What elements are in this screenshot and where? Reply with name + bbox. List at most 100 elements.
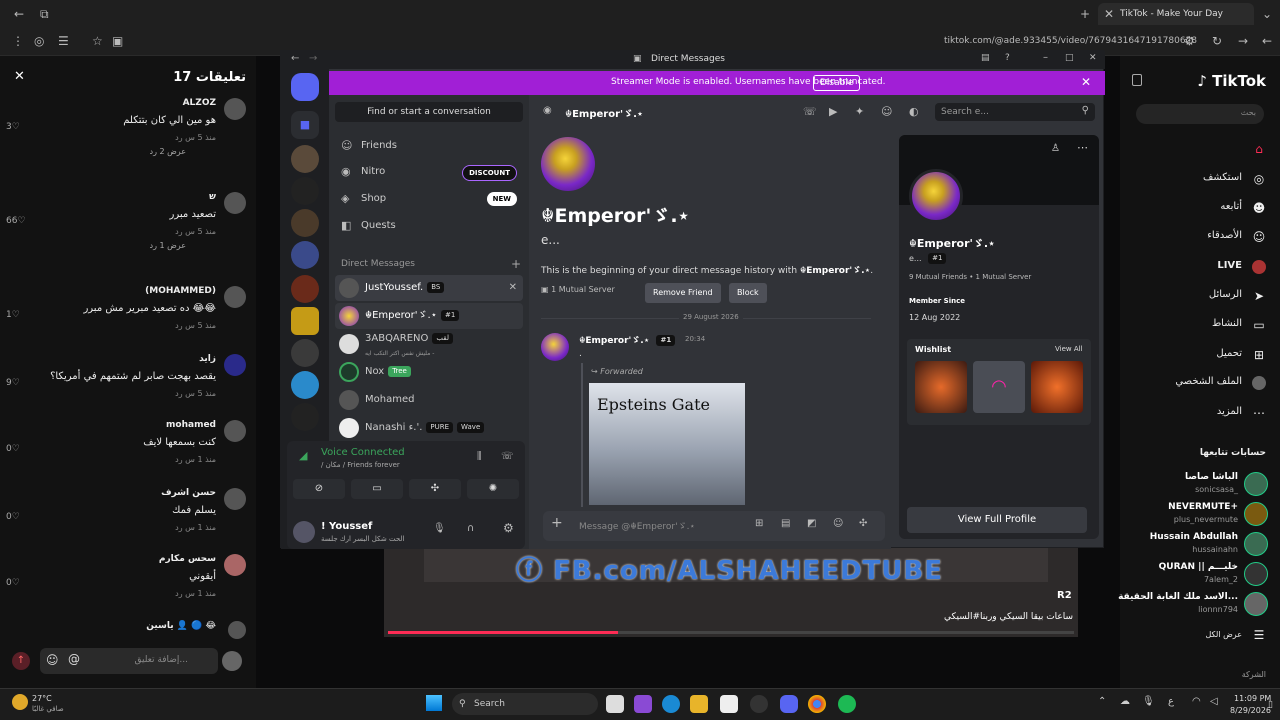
see-all-following[interactable]: عرض الكل [1205, 630, 1242, 639]
live-icon[interactable] [1252, 260, 1266, 274]
server-icon[interactable] [291, 275, 319, 303]
nav-explore[interactable]: استكشف [1203, 172, 1242, 183]
discord-icon[interactable] [780, 695, 798, 713]
maximize-icon[interactable]: □ [1065, 53, 1074, 63]
home-icon[interactable]: ⌂ [1252, 142, 1266, 156]
history-icon[interactable]: ◎ [34, 34, 44, 48]
search-input[interactable]: Search e... ⚲ [935, 103, 1095, 121]
comment-likes[interactable]: 0♡ [6, 578, 20, 588]
server-icon[interactable] [291, 371, 319, 399]
add-friend-icon[interactable]: ♙ [1051, 143, 1060, 154]
comment-likes[interactable]: 66♡ [6, 216, 26, 226]
gif-icon[interactable]: ▤ [781, 518, 790, 529]
avatar[interactable] [224, 354, 246, 376]
avatar[interactable] [293, 521, 315, 543]
nav-following[interactable]: أتابعه [1220, 201, 1242, 212]
message-author[interactable]: ☬Emperor'ゞ.⋆ #1 [579, 333, 676, 346]
nav-friends[interactable]: الأصدقاء [1207, 230, 1242, 241]
soundboard-icon[interactable]: ✺ [467, 479, 519, 499]
comment-author[interactable]: mohamed [166, 420, 216, 430]
back-icon[interactable]: ← [14, 7, 24, 21]
weather-temp[interactable]: 27°C [32, 694, 52, 703]
avatar[interactable]: ◉ [543, 105, 552, 116]
explore-icon[interactable]: ◎ [1252, 172, 1266, 186]
noise-suppression-icon[interactable]: ⫼ [477, 451, 482, 462]
comment-likes[interactable]: 1♡ [6, 310, 20, 320]
comment-meta[interactable]: منذ 1 س رد [175, 455, 216, 464]
remove-friend-button[interactable]: Remove Friend [645, 283, 721, 303]
block-button[interactable]: Block [729, 283, 767, 303]
apps-icon[interactable]: ✣ [859, 518, 867, 529]
profile-toggle-icon[interactable]: ◐ [909, 105, 919, 118]
task-view-icon[interactable] [606, 695, 624, 713]
avatar[interactable] [224, 488, 246, 510]
reading-list-icon[interactable]: ☰ [58, 34, 69, 48]
server-icon[interactable] [291, 339, 319, 367]
comment-input[interactable]: ☺ @ إضافة تعليق... [40, 648, 218, 674]
view-full-profile-button[interactable]: View Full Profile [907, 507, 1087, 533]
back-nav-icon[interactable]: ← [1262, 34, 1272, 48]
attach-plus-icon[interactable]: + [551, 515, 563, 531]
view-all-link[interactable]: View All [1055, 345, 1083, 353]
view-replies[interactable]: عرض 2 رد [150, 147, 186, 156]
comment-author[interactable]: زايد [199, 354, 216, 364]
copilot-icon[interactable] [634, 695, 652, 713]
call-icon[interactable]: ☏ [803, 105, 817, 118]
folder-icon[interactable]: ■ [291, 111, 319, 139]
comment-meta[interactable]: منذ 5 س رد [175, 133, 216, 142]
server-icon[interactable] [291, 177, 319, 205]
following-icon[interactable]: ☻ [1252, 201, 1266, 215]
nav-nitro[interactable]: ◉ Nitro DISCOUNT [341, 161, 521, 183]
following-item[interactable]: NEVERMUTE+ plus_nevermute [1118, 500, 1268, 530]
video-call-icon[interactable]: ▶ [829, 105, 837, 118]
windows-start-icon[interactable] [426, 695, 442, 711]
server-icon[interactable] [291, 403, 319, 431]
emoji-icon[interactable]: ☺ [833, 518, 843, 529]
disable-button[interactable]: Disable [813, 75, 861, 91]
nav-more[interactable]: المزيد [1217, 406, 1242, 417]
minimize-icon[interactable]: – [1043, 52, 1048, 63]
find-conversation-input[interactable]: Find or start a conversation [335, 102, 523, 122]
comment-meta[interactable]: منذ 1 س رد [175, 589, 216, 598]
screen-share-icon[interactable]: ▭ [351, 479, 403, 499]
dm-item[interactable]: 3ABQARENO لقب مليش نفس اكتر التكب ايه - [335, 331, 523, 357]
comment-author[interactable]: سحس مكارم [159, 554, 216, 564]
view-replies[interactable]: عرض 1 رد [150, 241, 186, 250]
tab-close-icon[interactable]: ✕ [1104, 7, 1114, 21]
microphone-icon[interactable]: 🎙 [1142, 696, 1155, 707]
nav-messages[interactable]: الرسائل [1209, 289, 1242, 300]
user-name[interactable]: ! Youssef [321, 521, 372, 532]
add-friends-icon[interactable]: ☺ [881, 105, 892, 118]
sticker-icon[interactable]: ◩ [807, 518, 816, 529]
tray-expand-icon[interactable]: ⌃ [1098, 696, 1106, 707]
inbox-icon[interactable]: ▤ [981, 53, 990, 63]
following-item[interactable]: QURAN || خليـــم 7alem_2 [1118, 560, 1268, 590]
volume-icon[interactable]: ◁ [1210, 696, 1218, 707]
new-tab-icon[interactable]: + [1080, 7, 1090, 21]
server-icon[interactable] [291, 209, 319, 237]
comment-likes[interactable]: 0♡ [6, 444, 20, 454]
add-dm-icon[interactable]: + [511, 257, 521, 271]
following-item[interactable]: الاسد ملك الغابة الحقيقة... lionnn794 [1118, 590, 1268, 620]
more-icon[interactable]: ⋯ [1252, 406, 1266, 420]
profile-mutual[interactable]: 9 Mutual Friends • 1 Mutual Server [909, 273, 1031, 281]
dm-item[interactable]: ☬Emperor'ゞ.⋆ #1 [335, 303, 523, 329]
chrome-icon[interactable] [808, 695, 826, 713]
activity-icon[interactable]: ▭ [1252, 318, 1266, 332]
dm-item[interactable]: Nox Tree [335, 359, 523, 385]
following-item[interactable]: الباشا صاصا sonicsasa_ [1118, 470, 1268, 500]
dm-item[interactable]: JustYoussef. BS ✕ [335, 275, 523, 301]
upload-icon[interactable]: ⊞ [1252, 348, 1266, 362]
sidebar-toggle-icon[interactable] [1132, 74, 1142, 86]
settings-icon[interactable]: ⚙ [503, 521, 514, 535]
chat-header-name[interactable]: ☬Emperor'ゞ.⋆ [565, 105, 643, 120]
avatar[interactable] [228, 621, 246, 639]
nav-friends[interactable]: ☺ Friends [341, 135, 521, 157]
close-icon[interactable]: ✕ [1089, 53, 1097, 63]
tab-switch-icon[interactable]: ⧉ [40, 7, 49, 21]
avatar[interactable] [224, 98, 246, 120]
comment-author[interactable]: حسن اشرف [161, 488, 216, 498]
comment-author[interactable]: ש [209, 192, 216, 202]
avatar[interactable] [224, 554, 246, 576]
clock-date[interactable]: 8/29/2026 [1230, 706, 1271, 715]
